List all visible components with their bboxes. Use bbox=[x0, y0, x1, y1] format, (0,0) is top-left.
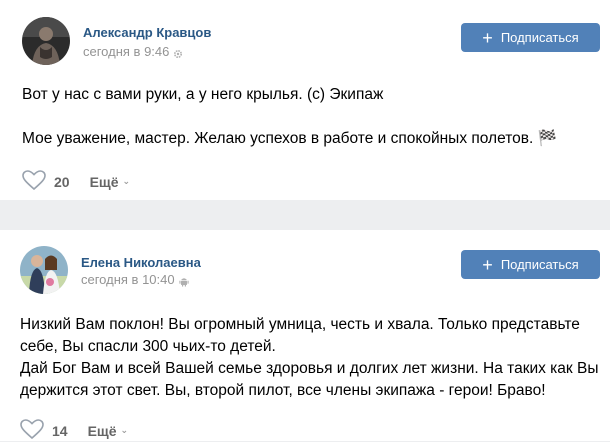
post-text: Низкий Вам поклон! Вы огромный умница, ч… bbox=[20, 316, 599, 399]
post-time[interactable]: сегодня в 9:46 bbox=[83, 44, 183, 59]
gear-icon bbox=[173, 47, 183, 58]
post-actions: 20 Ещё ⌄ bbox=[22, 170, 130, 193]
more-label: Ещё bbox=[89, 173, 119, 190]
subscribe-button[interactable]: + Подписаться bbox=[461, 250, 600, 279]
author-name[interactable]: Александр Кравцов bbox=[83, 25, 211, 40]
post-time-text: сегодня в 10:40 bbox=[81, 272, 175, 287]
like-count: 14 bbox=[52, 422, 68, 439]
post-actions: 14 Ещё ⌄ bbox=[20, 419, 128, 442]
plus-icon: + bbox=[482, 27, 493, 48]
like-button[interactable]: 14 bbox=[20, 419, 68, 442]
post-time-text: сегодня в 9:46 bbox=[83, 44, 170, 59]
chevron-down-icon: ⌄ bbox=[120, 425, 129, 435]
author-name[interactable]: Елена Николаевна bbox=[81, 255, 201, 270]
avatar[interactable] bbox=[20, 246, 68, 294]
like-button[interactable]: 20 bbox=[22, 170, 70, 193]
more-label: Ещё bbox=[87, 422, 117, 439]
heart-icon bbox=[20, 419, 44, 442]
post-card: Елена Николаевна сегодня в 10:40 + Подпи… bbox=[0, 230, 610, 441]
android-icon bbox=[179, 275, 189, 287]
avatar[interactable] bbox=[22, 17, 70, 65]
post-card: Александр Кравцов сегодня в 9:46 + Подпи… bbox=[0, 0, 610, 200]
more-button[interactable]: Ещё ⌄ bbox=[90, 174, 130, 190]
like-count: 20 bbox=[54, 173, 70, 190]
more-button[interactable]: Ещё ⌄ bbox=[88, 423, 128, 439]
post-time[interactable]: сегодня в 10:40 bbox=[81, 272, 189, 287]
plus-icon: + bbox=[482, 254, 493, 275]
heart-icon bbox=[22, 170, 46, 193]
subscribe-button[interactable]: + Подписаться bbox=[461, 23, 600, 52]
subscribe-label: Подписаться bbox=[500, 30, 579, 45]
subscribe-label: Подписаться bbox=[500, 257, 579, 272]
chevron-down-icon: ⌄ bbox=[122, 176, 131, 186]
post-text: Вот у нас с вами руки, а у него крылья. … bbox=[22, 86, 557, 147]
